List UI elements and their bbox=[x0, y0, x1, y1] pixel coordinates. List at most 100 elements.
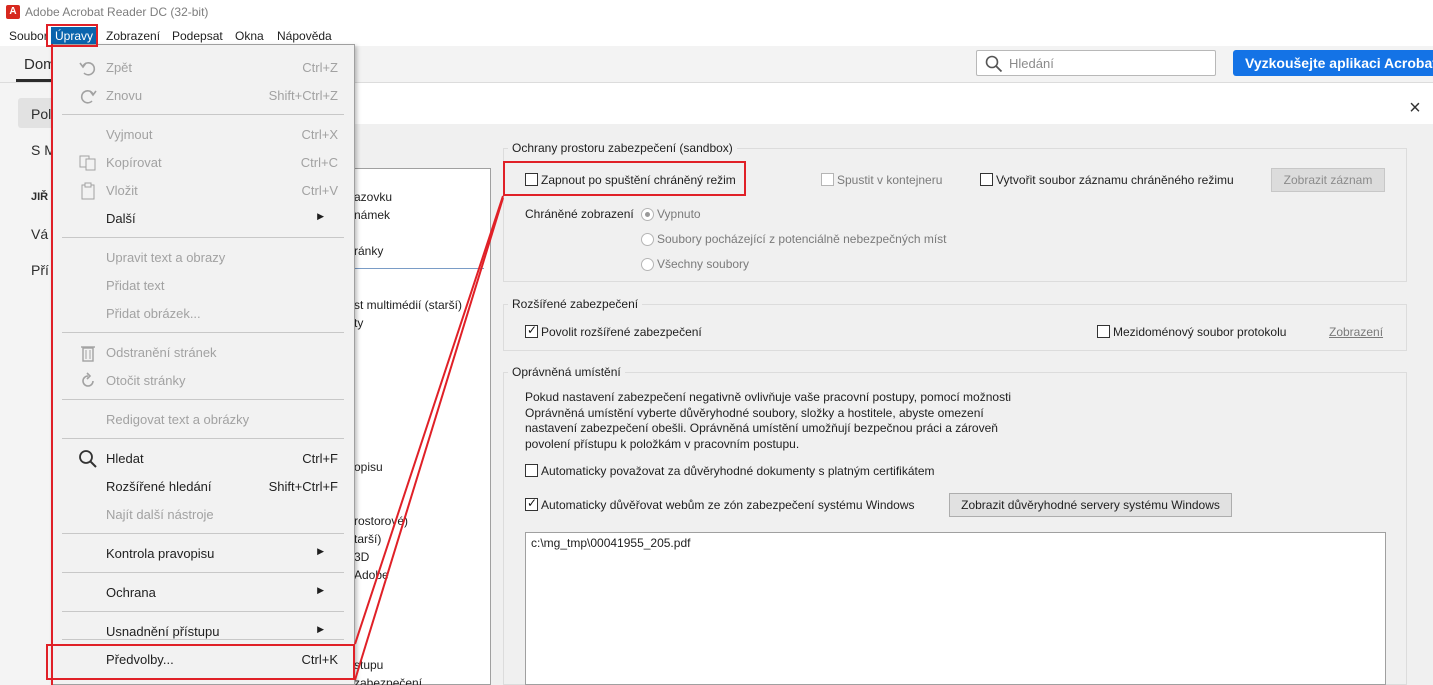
description-line: nastavení zabezpečení obešli. Oprávněná … bbox=[525, 421, 998, 435]
menu-item-najít-další-nástroje[interactable]: Najít další nástroje bbox=[52, 500, 354, 528]
category-divider bbox=[354, 268, 484, 269]
check-mark-icon: ✓ bbox=[527, 323, 538, 337]
menu-item-label: Odstranění stránek bbox=[106, 345, 217, 360]
run-in-container-label: Spustit v kontejneru bbox=[837, 173, 943, 187]
menu-item-ochrana[interactable]: Ochrana ▶ bbox=[52, 578, 354, 606]
pv-off-radio[interactable] bbox=[641, 208, 654, 221]
menu-item-přidat-text[interactable]: Přidat text bbox=[52, 271, 354, 299]
menu-item-label: Ochrana bbox=[106, 585, 156, 600]
menu-item-label: Hledat bbox=[106, 451, 144, 466]
left-panel-item[interactable]: Pří bbox=[31, 262, 49, 278]
close-icon[interactable]: × bbox=[1405, 98, 1425, 118]
category-item[interactable]: ty bbox=[354, 316, 363, 330]
menu-separator bbox=[62, 332, 344, 333]
search-icon bbox=[78, 449, 98, 469]
trust-windows-zones-checkbox[interactable]: ✓ bbox=[525, 496, 538, 511]
menu-item-shortcut: Ctrl+F bbox=[302, 451, 338, 466]
menu-item-kopírovat[interactable]: Kopírovat Ctrl+C bbox=[52, 148, 354, 176]
submenu-arrow-icon: ▶ bbox=[317, 211, 324, 221]
menu-okna[interactable]: Okna bbox=[235, 27, 264, 45]
menu-separator bbox=[62, 533, 344, 534]
menu-item-odstranění-stránek[interactable]: Odstranění stránek bbox=[52, 338, 354, 366]
menu-item-redigovat-text-a-obrázky[interactable]: Redigovat text a obrázky bbox=[52, 405, 354, 433]
protected-mode-label: Zapnout po spuštění chráněný režim bbox=[541, 173, 736, 187]
category-item[interactable]: tarší) bbox=[354, 532, 381, 546]
submenu-arrow-icon: ▶ bbox=[317, 585, 324, 595]
privileged-locations-list[interactable]: c:\mg_tmp\00041955_205.pdf bbox=[525, 532, 1386, 685]
menu-separator bbox=[62, 572, 344, 573]
show-trusted-servers-button[interactable]: Zobrazit důvěryhodné servery systému Win… bbox=[949, 493, 1232, 517]
menu-item-label: Předvolby... bbox=[106, 652, 174, 667]
run-in-container-checkbox[interactable] bbox=[821, 173, 834, 186]
enhanced-security-checkbox[interactable]: ✓ bbox=[525, 323, 538, 338]
list-item[interactable]: c:\mg_tmp\00041955_205.pdf bbox=[531, 536, 690, 550]
left-panel-heading: JIŘ bbox=[31, 191, 49, 203]
category-item[interactable]: Adobe bbox=[354, 568, 389, 582]
menu-item-rozšířené-hledání[interactable]: Rozšířené hledání Shift+Ctrl+F bbox=[52, 472, 354, 500]
menu-item-label: Další bbox=[106, 211, 136, 226]
category-item[interactable]: 3D bbox=[354, 550, 369, 564]
trash-icon bbox=[78, 343, 98, 363]
menu-item-shortcut: Shift+Ctrl+F bbox=[268, 479, 338, 494]
menu-item-upravit-text-a-obrazy[interactable]: Upravit text a obrazy bbox=[52, 243, 354, 271]
description-line: Oprávněná umístění vyberte důvěryhodné s… bbox=[525, 405, 984, 420]
left-panel-item[interactable]: Pol bbox=[31, 106, 51, 122]
menu-item-label: Přidat text bbox=[106, 278, 165, 293]
menu-item-shortcut: Ctrl+V bbox=[301, 183, 338, 198]
category-item[interactable]: rostorové) bbox=[354, 514, 408, 528]
menu-item-kontrola-pravopisu[interactable]: Kontrola pravopisu ▶ bbox=[52, 539, 354, 567]
menu-upravy[interactable]: Úpravy bbox=[51, 27, 98, 45]
left-panel-item[interactable]: Vá bbox=[31, 226, 48, 242]
enhanced-security-title: Rozšířené zabezpečení bbox=[508, 297, 643, 311]
create-log-label: Vytvořit soubor záznamu chráněného režim… bbox=[996, 173, 1234, 187]
menu-soubor[interactable]: Soubor bbox=[9, 27, 48, 45]
cross-domain-checkbox[interactable] bbox=[1097, 325, 1110, 338]
menu-item-shortcut: Ctrl+Z bbox=[302, 60, 338, 75]
menu-item-hledat[interactable]: Hledat Ctrl+F bbox=[52, 444, 354, 472]
trust-windows-zones-label: Automaticky důvěřovat webům ze zón zabez… bbox=[541, 498, 915, 512]
dialog-header bbox=[257, 94, 1433, 124]
menu-item-vložit[interactable]: Vložit Ctrl+V bbox=[52, 176, 354, 204]
menu-zobrazeni[interactable]: Zobrazení bbox=[106, 27, 160, 45]
category-item[interactable]: stupu bbox=[354, 658, 383, 672]
protected-mode-checkbox[interactable] bbox=[525, 173, 538, 186]
search-box[interactable]: Hledání bbox=[976, 50, 1216, 76]
menu-item-label: Zpět bbox=[106, 60, 133, 75]
menu-item-znovu[interactable]: Znovu Shift+Ctrl+Z bbox=[52, 81, 354, 109]
window-title: Adobe Acrobat Reader DC (32-bit) bbox=[25, 5, 209, 19]
menu-item-label: Přidat obrázek... bbox=[106, 306, 201, 321]
category-item[interactable]: azovku bbox=[354, 190, 392, 204]
radio-dot bbox=[645, 212, 650, 217]
trust-certified-checkbox[interactable] bbox=[525, 464, 538, 477]
menu-item-vyjmout[interactable]: Vyjmout Ctrl+X bbox=[52, 120, 354, 148]
try-acrobat-button[interactable]: Vyzkoušejte aplikaci Acrobat bbox=[1233, 50, 1433, 76]
title-bar: A Adobe Acrobat Reader DC (32-bit) bbox=[0, 0, 1433, 25]
menu-item-otočit-stránky[interactable]: Otočit stránky bbox=[52, 366, 354, 394]
menu-item-label: Najít další nástroje bbox=[106, 507, 214, 522]
pv-all-radio[interactable] bbox=[641, 258, 654, 271]
menu-item-další[interactable]: Další ▶ bbox=[52, 204, 354, 232]
menu-item-přidat-obrázek[interactable]: Přidat obrázek... bbox=[52, 299, 354, 327]
pv-all-label: Všechny soubory bbox=[657, 257, 750, 271]
menu-item-předvolby[interactable]: Předvolby... Ctrl+K bbox=[52, 645, 354, 673]
menu-highlight-strip bbox=[51, 44, 53, 685]
menu-item-zpět[interactable]: Zpět Ctrl+Z bbox=[52, 53, 354, 81]
menu-item-usnadnění-přístupu[interactable]: Usnadnění přístupu ▶ bbox=[52, 617, 354, 645]
submenu-arrow-icon: ▶ bbox=[317, 546, 324, 556]
category-item[interactable]: zabezpečení bbox=[354, 676, 422, 685]
search-placeholder: Hledání bbox=[1009, 56, 1054, 71]
pv-unsafe-radio[interactable] bbox=[641, 233, 654, 246]
category-item[interactable]: ránky bbox=[354, 244, 383, 258]
view-link[interactable]: Zobrazení bbox=[1329, 325, 1383, 339]
description-line: povolení přístupu k položkám v pracovním… bbox=[525, 436, 800, 451]
menu-podepsat[interactable]: Podepsat bbox=[172, 27, 223, 45]
menu-napoveda[interactable]: Nápověda bbox=[277, 27, 332, 45]
menu-item-shortcut: Shift+Ctrl+Z bbox=[268, 88, 338, 103]
menu-item-label: Kopírovat bbox=[106, 155, 162, 170]
create-log-checkbox[interactable] bbox=[980, 173, 993, 186]
copy-icon bbox=[78, 153, 98, 173]
category-item[interactable]: námek bbox=[354, 208, 390, 222]
category-item[interactable]: opisu bbox=[354, 460, 383, 474]
category-item[interactable]: st multimédií (starší) bbox=[354, 298, 462, 312]
view-log-button[interactable]: Zobrazit záznam bbox=[1271, 168, 1385, 192]
